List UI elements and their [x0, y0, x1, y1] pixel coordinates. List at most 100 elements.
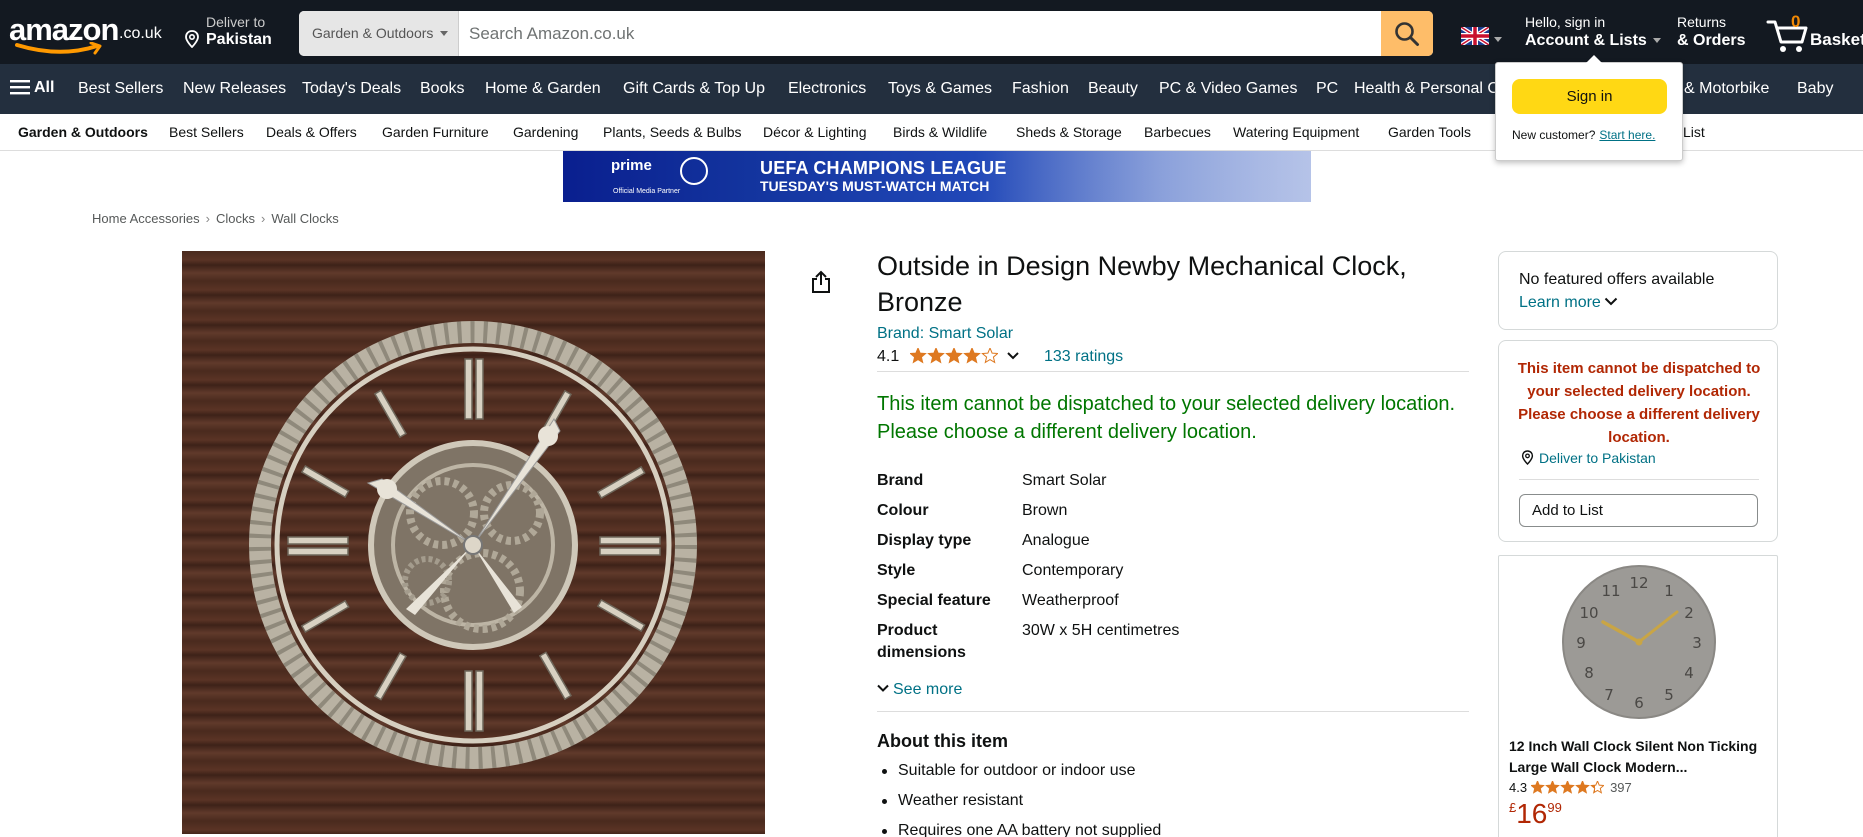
nav-beauty[interactable]: Beauty [1088, 80, 1138, 98]
subnav-deals-offers[interactable]: Deals & Offers [266, 124, 357, 140]
spec-value: Weatherproof [1022, 592, 1119, 609]
hamburger-icon [10, 80, 30, 95]
subnav-barbecues[interactable]: Barbecues [1144, 124, 1211, 140]
spec-value: Analogue [1022, 532, 1090, 549]
account-lists[interactable]: Hello, sign in Account & Lists [1525, 14, 1661, 50]
deliver-country: Pakistan [206, 31, 272, 48]
deliver-to-label: Deliver to Pakistan [1539, 450, 1656, 466]
basket-count: 0 [1791, 12, 1801, 31]
product-image[interactable] [182, 251, 765, 834]
location-pin-icon [185, 30, 199, 48]
rating-summary: 4.1 133 ratings [877, 346, 1123, 369]
rating-value: 4.1 [877, 348, 900, 365]
banner-photo [993, 151, 1311, 202]
star-rating[interactable] [1530, 779, 1605, 797]
star-icon [926, 346, 945, 364]
nav-baby[interactable]: Baby [1797, 80, 1833, 98]
see-more-label: See more [893, 681, 963, 698]
chevron-down-icon [877, 684, 889, 692]
banner-partner: Official Media Partner [613, 188, 681, 195]
nav-motorbike[interactable]: & Motorbike [1684, 80, 1769, 98]
sponsored-clock-image: 12 12 3 45 6 78 9 1011 [1562, 565, 1716, 719]
nav-gift-cards[interactable]: Gift Cards & Top Up [623, 80, 765, 98]
breadcrumb-home-accessories[interactable]: Home Accessories [92, 211, 200, 226]
search-category-dropdown[interactable]: Garden & Outdoors [299, 11, 459, 56]
language-selector[interactable] [1459, 25, 1503, 47]
breadcrumb: Home Accessories › Clocks › Wall Clocks [92, 211, 339, 226]
amazon-logo[interactable]: amazon .co.uk [9, 12, 169, 56]
search-category-label: Garden & Outdoors [312, 25, 434, 41]
basket-label: Basket [1810, 30, 1863, 49]
subnav-gardening[interactable]: Gardening [513, 124, 578, 140]
subnav-plants-seeds[interactable]: Plants, Seeds & Bulbs [603, 124, 742, 140]
subnav-best-sellers[interactable]: Best Sellers [169, 124, 244, 140]
subnav-decor-lighting[interactable]: Décor & Lighting [763, 124, 867, 140]
divider [877, 371, 1469, 372]
list-item: Requires one AA battery not supplied [877, 820, 1161, 837]
share-icon [812, 270, 830, 293]
share-button[interactable] [810, 270, 832, 299]
nav-toys-games[interactable]: Toys & Games [888, 80, 992, 98]
sponsored-rating-count[interactable]: 397 [1610, 780, 1632, 795]
subnav-birds-wildlife[interactable]: Birds & Wildlife [893, 124, 987, 140]
nav-health[interactable]: Health & Personal C [1354, 80, 1499, 98]
list-item: Weather resistant [877, 790, 1161, 812]
subnav-watering[interactable]: Watering Equipment [1233, 124, 1359, 140]
breadcrumb-wall-clocks[interactable]: Wall Clocks [271, 211, 338, 226]
basket[interactable]: 0 Basket [1766, 12, 1863, 54]
add-to-list-button[interactable]: Add to List [1519, 494, 1758, 527]
chevron-down-icon[interactable] [1006, 351, 1020, 361]
about-heading: About this item [877, 731, 1008, 751]
nav-todays-deals[interactable]: Today's Deals [302, 80, 401, 98]
sponsored-product-name[interactable]: 12 Inch Wall Clock Silent Non Ticking La… [1509, 736, 1771, 778]
returns-orders[interactable]: Returns & Orders [1677, 14, 1745, 50]
start-here-link[interactable]: Start here. [1599, 128, 1655, 142]
ratings-count-link[interactable]: 133 ratings [1044, 348, 1123, 366]
brand-link[interactable]: Brand: Smart Solar [877, 325, 1013, 343]
champions-league-logo [680, 157, 708, 185]
promo-banner[interactable]: prime Official Media Partner UEFA CHAMPI… [563, 151, 1311, 202]
nav-electronics[interactable]: Electronics [788, 80, 866, 98]
nav-books[interactable]: Books [420, 80, 464, 98]
sponsored-rating-value: 4.3 [1509, 780, 1528, 795]
spec-value: Contemporary [1022, 562, 1124, 579]
nav-fashion[interactable]: Fashion [1012, 80, 1069, 98]
subnav-garden-tools[interactable]: Garden Tools [1388, 124, 1471, 140]
all-menu-button[interactable]: All [10, 79, 54, 97]
subnav-list[interactable]: List [1683, 124, 1705, 140]
see-more-link[interactable]: See more [877, 681, 962, 699]
learn-more-link[interactable]: Learn more [1519, 294, 1618, 312]
star-icon [980, 346, 999, 364]
subnav-garden-furniture[interactable]: Garden Furniture [382, 124, 489, 140]
banner-headline: UEFA CHAMPIONS LEAGUE [760, 158, 1007, 178]
star-rating[interactable] [908, 346, 999, 369]
spec-value: 30W x 5H centimetres [1022, 622, 1180, 639]
signin-button[interactable]: Sign in [1512, 79, 1667, 114]
search-bar: Garden & Outdoors [299, 11, 1433, 56]
deliver-to-link[interactable]: Deliver to Pakistan [1521, 450, 1656, 466]
nav-new-releases[interactable]: New Releases [183, 80, 286, 98]
subnav-sheds-storage[interactable]: Sheds & Storage [1016, 124, 1122, 140]
search-icon [1395, 22, 1419, 46]
nav-best-sellers[interactable]: Best Sellers [78, 80, 163, 98]
search-input[interactable] [459, 11, 1381, 56]
nav-home-garden[interactable]: Home & Garden [485, 80, 601, 98]
breadcrumb-clocks[interactable]: Clocks [216, 211, 255, 226]
new-customer-text: New customer? Start here. [1512, 128, 1655, 142]
spec-key: Brand [877, 472, 924, 489]
star-icon [1530, 779, 1545, 794]
svg-text:3: 3 [1692, 634, 1702, 652]
search-button[interactable] [1381, 11, 1433, 56]
signin-flyout: Sign in New customer? Start here. [1495, 55, 1683, 161]
svg-text:4: 4 [1684, 664, 1694, 682]
spec-key: Colour [877, 502, 929, 519]
account-greeting: Hello, sign in [1525, 14, 1606, 30]
nav-pc-video-games[interactable]: PC & Video Games [1159, 80, 1297, 98]
svg-text:10: 10 [1579, 604, 1598, 622]
sponsored-product-card[interactable]: 12 1 2 3 45 6 78 9 10 11 12 Inch Wall Clock Si… [1498, 555, 1778, 837]
learn-more-label: Learn more [1519, 294, 1601, 311]
list-item: Suitable for outdoor or indoor use [877, 760, 1161, 782]
nav-pc[interactable]: PC [1316, 80, 1338, 98]
subnav-garden-outdoors[interactable]: Garden & Outdoors [18, 124, 148, 140]
star-icon [1560, 779, 1575, 794]
